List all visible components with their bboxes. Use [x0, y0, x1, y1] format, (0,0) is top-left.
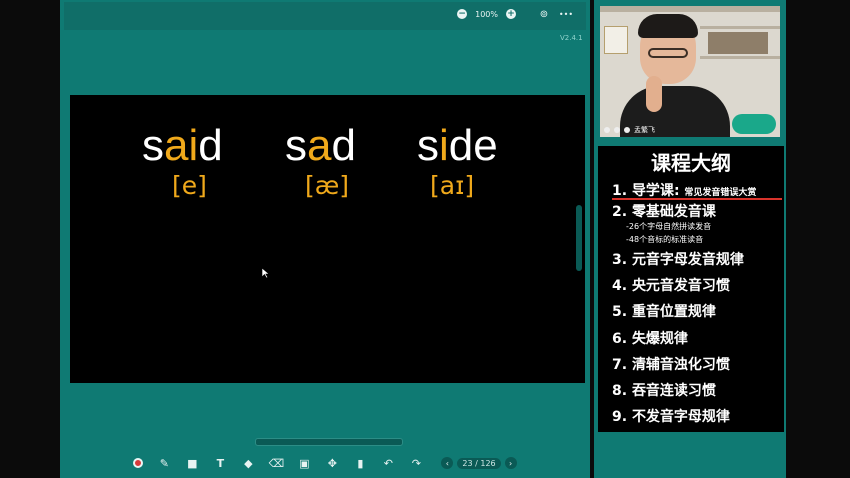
teacher-hand [646, 76, 662, 112]
zoom-controls: − 100% + ⊚ ••• [457, 8, 574, 20]
outline-item-3: 3. 元音字母发音规律 [612, 252, 744, 268]
next-page-button[interactable]: › [504, 457, 517, 469]
page-current: 23 [462, 458, 473, 468]
word-side: side [417, 121, 498, 170]
teacher-hair [638, 14, 698, 38]
vertical-scrollbar[interactable] [576, 205, 582, 271]
outline-subitem: -48个音标的标准读音 [626, 235, 704, 244]
bucket-icon[interactable]: ◆ [241, 456, 255, 470]
picture-frame [604, 26, 628, 54]
ipa-side: [aɪ] [430, 171, 475, 200]
ipa-sad: [æ] [305, 171, 350, 200]
outline-item-9: 9. 不发音字母规律 [612, 409, 730, 425]
bookshelf-row [700, 26, 780, 29]
zoom-in-button[interactable]: + [506, 9, 516, 19]
teacher-video: 孟繁飞 [600, 6, 780, 137]
outline-title: 课程大纲 [651, 151, 731, 175]
save-icon[interactable]: ▣ [297, 456, 311, 470]
mouse-cursor-icon [261, 267, 270, 279]
mic-icon [604, 127, 610, 133]
record-icon[interactable] [133, 458, 144, 468]
move-icon[interactable]: ✥ [325, 456, 339, 470]
rectangle-icon[interactable]: ■ [185, 456, 199, 470]
outline-item-4: 4. 央元音发音习惯 [612, 278, 730, 294]
teacher-name: 孟繁飞 [634, 126, 655, 134]
pen-icon[interactable]: ✎ [157, 456, 171, 470]
bookshelf-row [700, 56, 780, 59]
word-sad: sad [285, 121, 356, 170]
outline-item-6: 6. 失爆规律 [612, 331, 688, 347]
outline-item-8: 8. 吞音连读习惯 [612, 383, 716, 399]
outline-subitem: -26个字母自然拼读发音 [626, 222, 712, 231]
prev-page-button[interactable]: ‹ [441, 457, 454, 469]
word-said: said [142, 121, 223, 170]
page-total: / 126 [475, 458, 496, 468]
books [708, 32, 768, 54]
bookshelf-top [600, 6, 780, 12]
top-bar: − 100% + ⊚ ••• [64, 2, 586, 30]
outline-item-7: 7. 清辅音浊化习惯 [612, 357, 730, 373]
camera-icon [614, 127, 620, 133]
zoom-out-button[interactable]: − [457, 9, 468, 19]
outline-item-2: 2. 零基础发音课 [612, 204, 716, 220]
signal-icon [624, 127, 630, 133]
trash-icon[interactable]: ▮ [353, 456, 367, 470]
zoom-level: 100% [475, 9, 498, 19]
drawing-toolbar: ✎ ■ T ◆ ⌫ ▣ ✥ ▮ ↶ ↷ ‹ 23 / 126 › [64, 450, 586, 476]
settings-icon[interactable]: ⊚ [538, 8, 550, 20]
glasses [648, 48, 688, 58]
more-icon[interactable]: ••• [558, 8, 574, 20]
decor-object [732, 114, 776, 134]
eraser-icon[interactable]: ⌫ [269, 456, 285, 470]
horizontal-scrollbar[interactable] [255, 438, 403, 446]
page-indicator: 23 / 126 [457, 457, 501, 469]
video-name-bar: 孟繁飞 [604, 125, 655, 135]
version-label: V2.4.1 [560, 34, 583, 42]
page-navigator: ‹ 23 / 126 › [441, 457, 517, 469]
ipa-said: [e] [172, 171, 207, 200]
redo-icon[interactable]: ↷ [409, 456, 423, 470]
undo-icon[interactable]: ↶ [381, 456, 395, 470]
text-icon[interactable]: T [213, 456, 227, 470]
outline-item-5: 5. 重音位置规律 [612, 304, 716, 320]
highlight-underline [612, 198, 782, 200]
